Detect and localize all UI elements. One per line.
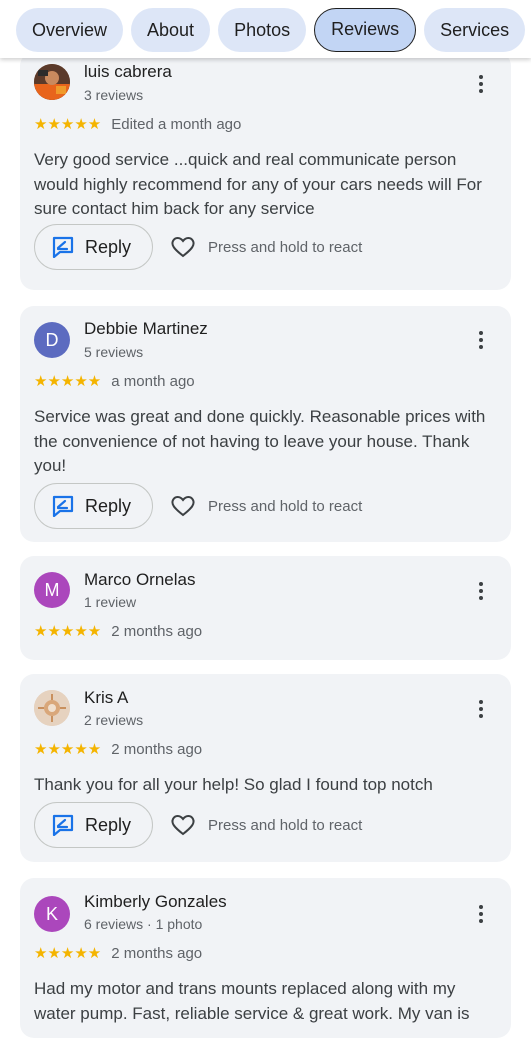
tab-services[interactable]: Services bbox=[424, 8, 526, 52]
review-card: K Kimberly Gonzales 6 reviews · 1 photo … bbox=[20, 878, 511, 1038]
review-date: a month ago bbox=[111, 372, 195, 390]
review-date: 2 months ago bbox=[111, 944, 203, 962]
reply-icon bbox=[52, 495, 74, 517]
reviewer-meta: 6 reviews · 1 photo bbox=[84, 916, 203, 932]
rating-row: ★★★★★ Edited a month ago bbox=[34, 115, 241, 133]
rating-row: ★★★★★ 2 months ago bbox=[34, 944, 202, 962]
rating-row: ★★★★★ a month ago bbox=[34, 372, 195, 390]
react-hint: Press and hold to react bbox=[208, 497, 363, 515]
star-rating: ★★★★★ bbox=[34, 622, 102, 640]
star-rating: ★★★★★ bbox=[34, 115, 102, 133]
reviewer-name[interactable]: Marco Ornelas bbox=[84, 570, 195, 590]
review-card: M Marco Ornelas 1 review ★★★★★ 2 months … bbox=[20, 556, 511, 660]
react-hint: Press and hold to react bbox=[208, 238, 363, 256]
reviewer-meta: 3 reviews bbox=[84, 87, 144, 103]
review-card: Kris A 2 reviews ★★★★★ 2 months ago Than… bbox=[20, 674, 511, 862]
avatar[interactable] bbox=[34, 64, 70, 100]
react-area[interactable]: Press and hold to react bbox=[170, 813, 362, 837]
reviewer-name[interactable]: luis cabrera bbox=[84, 62, 172, 82]
more-options-icon[interactable] bbox=[471, 579, 491, 603]
review-text: Had my motor and trans mounts replaced a… bbox=[34, 979, 470, 1023]
star-rating: ★★★★★ bbox=[34, 740, 102, 758]
star-rating: ★★★★★ bbox=[34, 372, 102, 390]
avatar[interactable]: K bbox=[34, 896, 70, 932]
reviewer-meta: 2 reviews bbox=[84, 712, 144, 728]
review-date: 2 months ago bbox=[111, 740, 203, 758]
review-text: Thank you for all your help! So glad I f… bbox=[34, 775, 433, 794]
reply-label: Reply bbox=[85, 814, 132, 835]
reply-icon bbox=[52, 236, 74, 258]
rating-row: ★★★★★ 2 months ago bbox=[34, 740, 202, 758]
review-card: luis cabrera 3 reviews ★★★★★ Edited a mo… bbox=[20, 52, 511, 290]
reply-label: Reply bbox=[85, 495, 132, 516]
reply-button[interactable]: Reply bbox=[34, 483, 153, 529]
reply-label: Reply bbox=[85, 236, 132, 257]
more-options-icon[interactable] bbox=[471, 328, 491, 352]
tab-reviews[interactable]: Reviews bbox=[314, 8, 417, 52]
review-date: Edited a month ago bbox=[111, 115, 242, 133]
react-hint: Press and hold to react bbox=[208, 816, 363, 834]
rating-row: ★★★★★ 2 months ago bbox=[34, 622, 202, 640]
tab-photos[interactable]: Photos bbox=[218, 8, 307, 52]
heart-icon[interactable] bbox=[170, 813, 196, 837]
avatar-photo-icon bbox=[34, 64, 70, 100]
tab-bar: Overview About Photos Reviews Services bbox=[0, 0, 531, 58]
review-card: D Debbie Martinez 5 reviews ★★★★★ a mont… bbox=[20, 306, 511, 542]
reply-button[interactable]: Reply bbox=[34, 224, 153, 270]
review-text: Service was great and done quickly. Reas… bbox=[34, 407, 486, 475]
heart-icon[interactable] bbox=[170, 494, 196, 518]
more-options-icon[interactable] bbox=[471, 697, 491, 721]
more-options-icon[interactable] bbox=[471, 72, 491, 96]
review-date: 2 months ago bbox=[111, 622, 203, 640]
reply-icon bbox=[52, 814, 74, 836]
avatar[interactable]: D bbox=[34, 322, 70, 358]
tab-overview[interactable]: Overview bbox=[16, 8, 124, 52]
reviewer-name[interactable]: Kris A bbox=[84, 688, 128, 708]
react-area[interactable]: Press and hold to react bbox=[170, 235, 362, 259]
reviewer-meta: 1 review bbox=[84, 594, 137, 610]
star-rating: ★★★★★ bbox=[34, 944, 102, 962]
heart-icon[interactable] bbox=[170, 235, 196, 259]
review-text: Very good service ...quick and real comm… bbox=[34, 150, 482, 218]
react-area[interactable]: Press and hold to react bbox=[170, 494, 362, 518]
tab-about[interactable]: About bbox=[131, 8, 211, 52]
reviewer-name[interactable]: Debbie Martinez bbox=[84, 319, 208, 339]
avatar[interactable] bbox=[34, 690, 70, 726]
avatar-photo-icon bbox=[34, 690, 70, 726]
reviewer-name[interactable]: Kimberly Gonzales bbox=[84, 892, 227, 912]
more-options-icon[interactable] bbox=[471, 902, 491, 926]
reply-button[interactable]: Reply bbox=[34, 802, 153, 848]
reviewer-meta: 5 reviews bbox=[84, 344, 144, 360]
avatar[interactable]: M bbox=[34, 572, 70, 608]
